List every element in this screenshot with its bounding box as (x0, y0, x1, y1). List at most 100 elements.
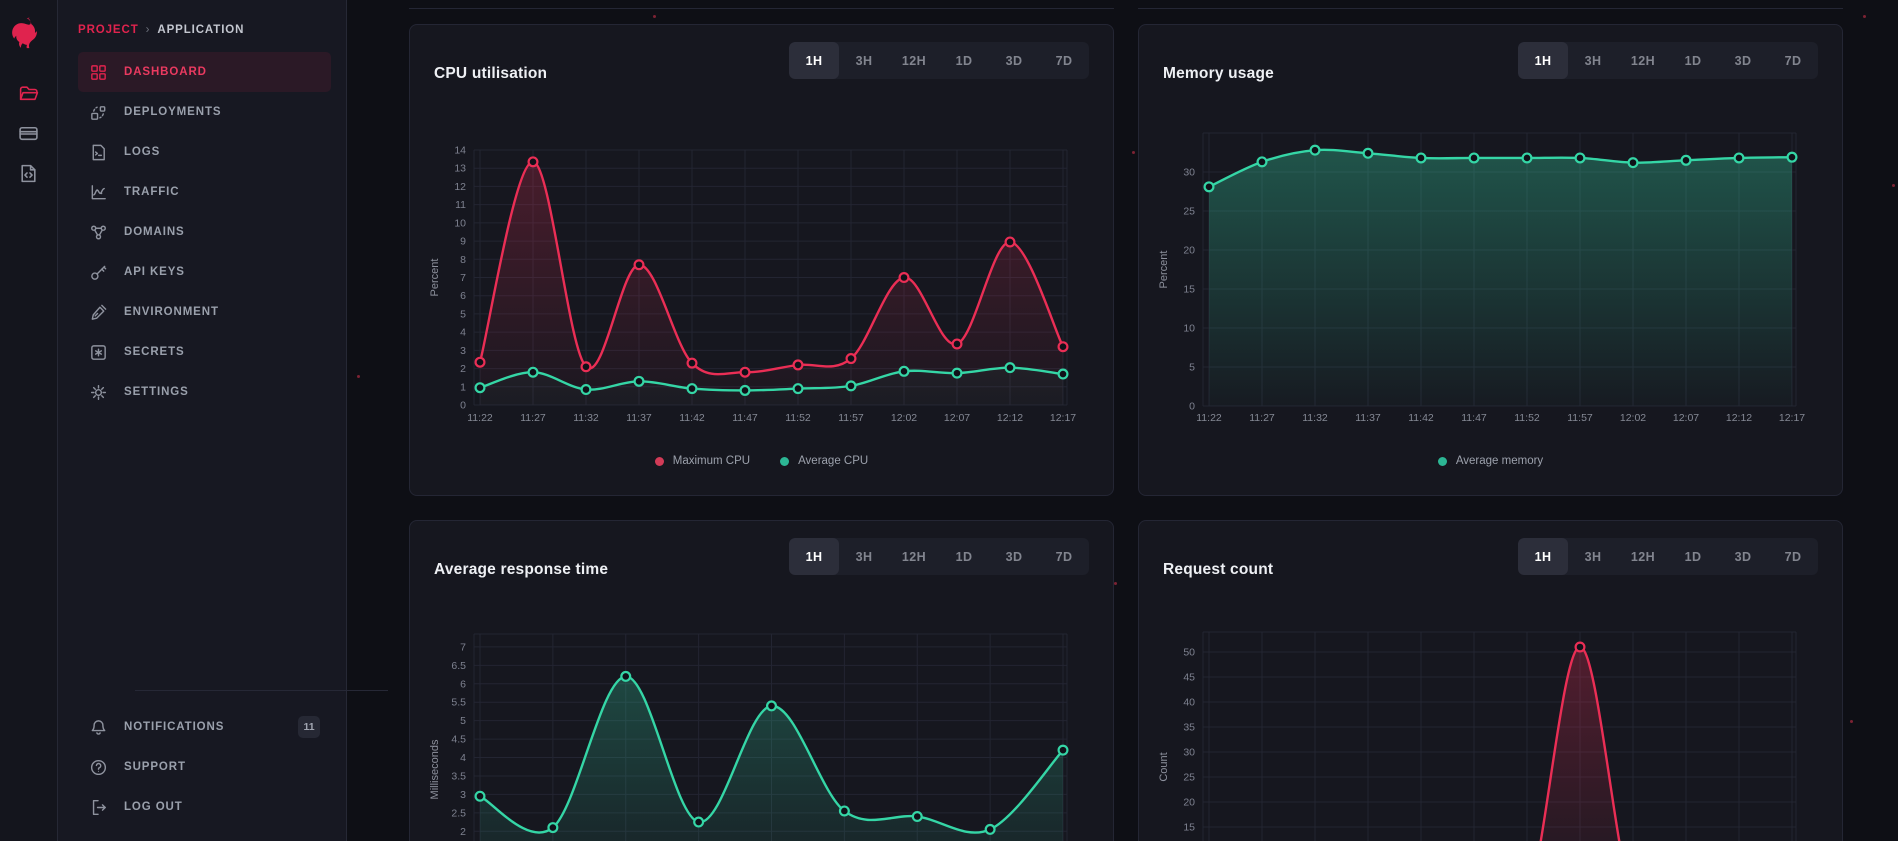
y-axis-title: Percent (1158, 251, 1170, 289)
svg-text:11:57: 11:57 (838, 412, 864, 424)
chart-card-response-time: Average response time 1H3H12H1D3D7D 00.5… (409, 520, 1114, 841)
sidebar-item-environment[interactable]: ENVIRONMENT (78, 292, 331, 332)
svg-text:12:12: 12:12 (997, 412, 1023, 424)
bell-icon (89, 718, 108, 737)
svg-text:7: 7 (460, 641, 466, 653)
y-axis-title: Percent (429, 259, 441, 297)
svg-text:12:17: 12:17 (1050, 412, 1076, 424)
sidebar-item-label: SUPPORT (124, 761, 186, 773)
sidebar-item-label: DOMAINS (124, 226, 185, 238)
sidebar-item-dashboard[interactable]: DASHBOARD (78, 52, 331, 92)
sidebar-menu: DASHBOARD DEPLOYMENTS LOGS TRAFFIC DOMAINS AP… (78, 52, 331, 412)
svg-text:4.5: 4.5 (451, 734, 466, 746)
svg-text:11:47: 11:47 (732, 412, 758, 424)
svg-text:30: 30 (1183, 167, 1195, 179)
svg-text:15: 15 (1183, 284, 1195, 296)
sidebar-footer-menu: NOTIFICATIONS 11 SUPPORT LOG OUT (78, 707, 331, 827)
sidebar-item-label: DASHBOARD (124, 66, 207, 78)
chart-card-cpu: CPU utilisation 1H3H12H1D3D7D 0123456789… (409, 24, 1114, 496)
sidebar-item-label: DEPLOYMENTS (124, 106, 221, 118)
svg-text:11:52: 11:52 (1514, 412, 1540, 424)
sidebar-item-settings[interactable]: SETTINGS (78, 372, 331, 412)
svg-text:11: 11 (455, 199, 466, 211)
svg-text:12:07: 12:07 (944, 412, 970, 424)
svg-text:13: 13 (454, 163, 466, 175)
y-axis-title: Count (1158, 752, 1170, 781)
y-axis-labels: 051015202530 (1183, 167, 1195, 413)
svg-text:25: 25 (1183, 206, 1195, 218)
sparkle-dot (653, 15, 656, 18)
sidebar-item-traffic[interactable]: TRAFFIC (78, 172, 331, 212)
sidebar-item-support[interactable]: SUPPORT (78, 747, 331, 787)
series-area (1209, 150, 1792, 406)
svg-text:45: 45 (1183, 672, 1195, 684)
folder-open-icon[interactable] (0, 73, 57, 113)
sidebar-divider (135, 690, 388, 691)
sidebar-item-label: LOGS (124, 146, 160, 158)
legend-label: Average CPU (798, 455, 868, 467)
svg-text:35: 35 (1183, 722, 1195, 734)
chart-card-memory: Memory usage 1H3H12H1D3D7D 051015202530P… (1138, 24, 1843, 496)
chart-card-request-count: Request count 1H3H12H1D3D7D 051015202530… (1138, 520, 1843, 841)
svg-text:2.5: 2.5 (451, 807, 466, 819)
icon-rail (0, 0, 58, 841)
sidebar: PROJECT › APPLICATION DASHBOARD DEPLOYMEN… (58, 0, 347, 841)
chart-legend: Maximum CPU Average CPU (410, 455, 1113, 467)
svg-text:3.5: 3.5 (451, 770, 466, 782)
sidebar-item-secrets[interactable]: SECRETS (78, 332, 331, 372)
svg-text:3: 3 (460, 345, 466, 357)
sidebar-item-label: NOTIFICATIONS (124, 721, 224, 733)
legend-item: Average memory (1438, 455, 1543, 467)
sidebar-item-api-keys[interactable]: API KEYS (78, 252, 331, 292)
notifications-badge: 11 (298, 716, 320, 738)
dashboard-icon (89, 63, 108, 82)
logout-icon (89, 798, 108, 817)
breadcrumb: PROJECT › APPLICATION (78, 24, 244, 36)
svg-text:40: 40 (1183, 697, 1195, 709)
credit-card-icon[interactable] (0, 113, 57, 153)
domains-icon (89, 223, 108, 242)
svg-text:50: 50 (1183, 647, 1195, 659)
svg-text:25: 25 (1183, 772, 1195, 784)
svg-text:2: 2 (460, 826, 466, 838)
svg-text:5.5: 5.5 (451, 697, 466, 709)
sidebar-item-deployments[interactable]: DEPLOYMENTS (78, 92, 331, 132)
sidebar-item-domains[interactable]: DOMAINS (78, 212, 331, 252)
svg-text:9: 9 (460, 236, 466, 248)
x-axis-labels: 11:2211:2711:3211:3711:4211:4711:5211:57… (1196, 412, 1805, 424)
svg-text:11:22: 11:22 (1196, 412, 1222, 424)
sidebar-item-notifications[interactable]: NOTIFICATIONS 11 (78, 707, 331, 747)
series-line (1209, 647, 1792, 841)
help-icon (89, 758, 108, 777)
nestjs-logo-icon[interactable] (11, 14, 47, 52)
legend-item: Maximum CPU (655, 455, 750, 467)
svg-text:15: 15 (1183, 822, 1195, 834)
sidebar-item-logout[interactable]: LOG OUT (78, 787, 331, 827)
scrolled-card-edge (1138, 8, 1843, 9)
svg-text:11:27: 11:27 (1249, 412, 1275, 424)
code-file-icon[interactable] (0, 153, 57, 193)
response-time-chart: 00.511.522.533.544.555.566.57Millisecond… (410, 521, 1115, 841)
key-icon (89, 263, 108, 282)
sidebar-item-logs[interactable]: LOGS (78, 132, 331, 172)
traffic-icon (89, 183, 108, 202)
svg-text:6.5: 6.5 (451, 660, 466, 672)
app-root: { "colors": { "accent_red": "#e0234e", "… (0, 0, 1898, 841)
breadcrumb-application[interactable]: APPLICATION (157, 24, 244, 36)
svg-text:5: 5 (460, 715, 466, 727)
svg-text:10: 10 (454, 217, 466, 229)
secrets-icon (89, 343, 108, 362)
legend-item: Average CPU (780, 455, 868, 467)
svg-text:11:52: 11:52 (785, 412, 811, 424)
y-axis-labels: 05101520253035404550 (1183, 647, 1195, 841)
svg-text:11:37: 11:37 (1355, 412, 1381, 424)
svg-text:5: 5 (460, 308, 466, 320)
sidebar-item-label: API KEYS (124, 266, 185, 278)
svg-text:12:07: 12:07 (1673, 412, 1699, 424)
y-axis-labels: 00.511.522.533.544.555.566.57 (451, 641, 466, 841)
sparkle-dot (1114, 582, 1117, 585)
sparkle-dot (1863, 15, 1866, 18)
svg-text:12: 12 (454, 181, 466, 193)
breadcrumb-separator: › (146, 24, 151, 36)
breadcrumb-project[interactable]: PROJECT (78, 24, 139, 36)
